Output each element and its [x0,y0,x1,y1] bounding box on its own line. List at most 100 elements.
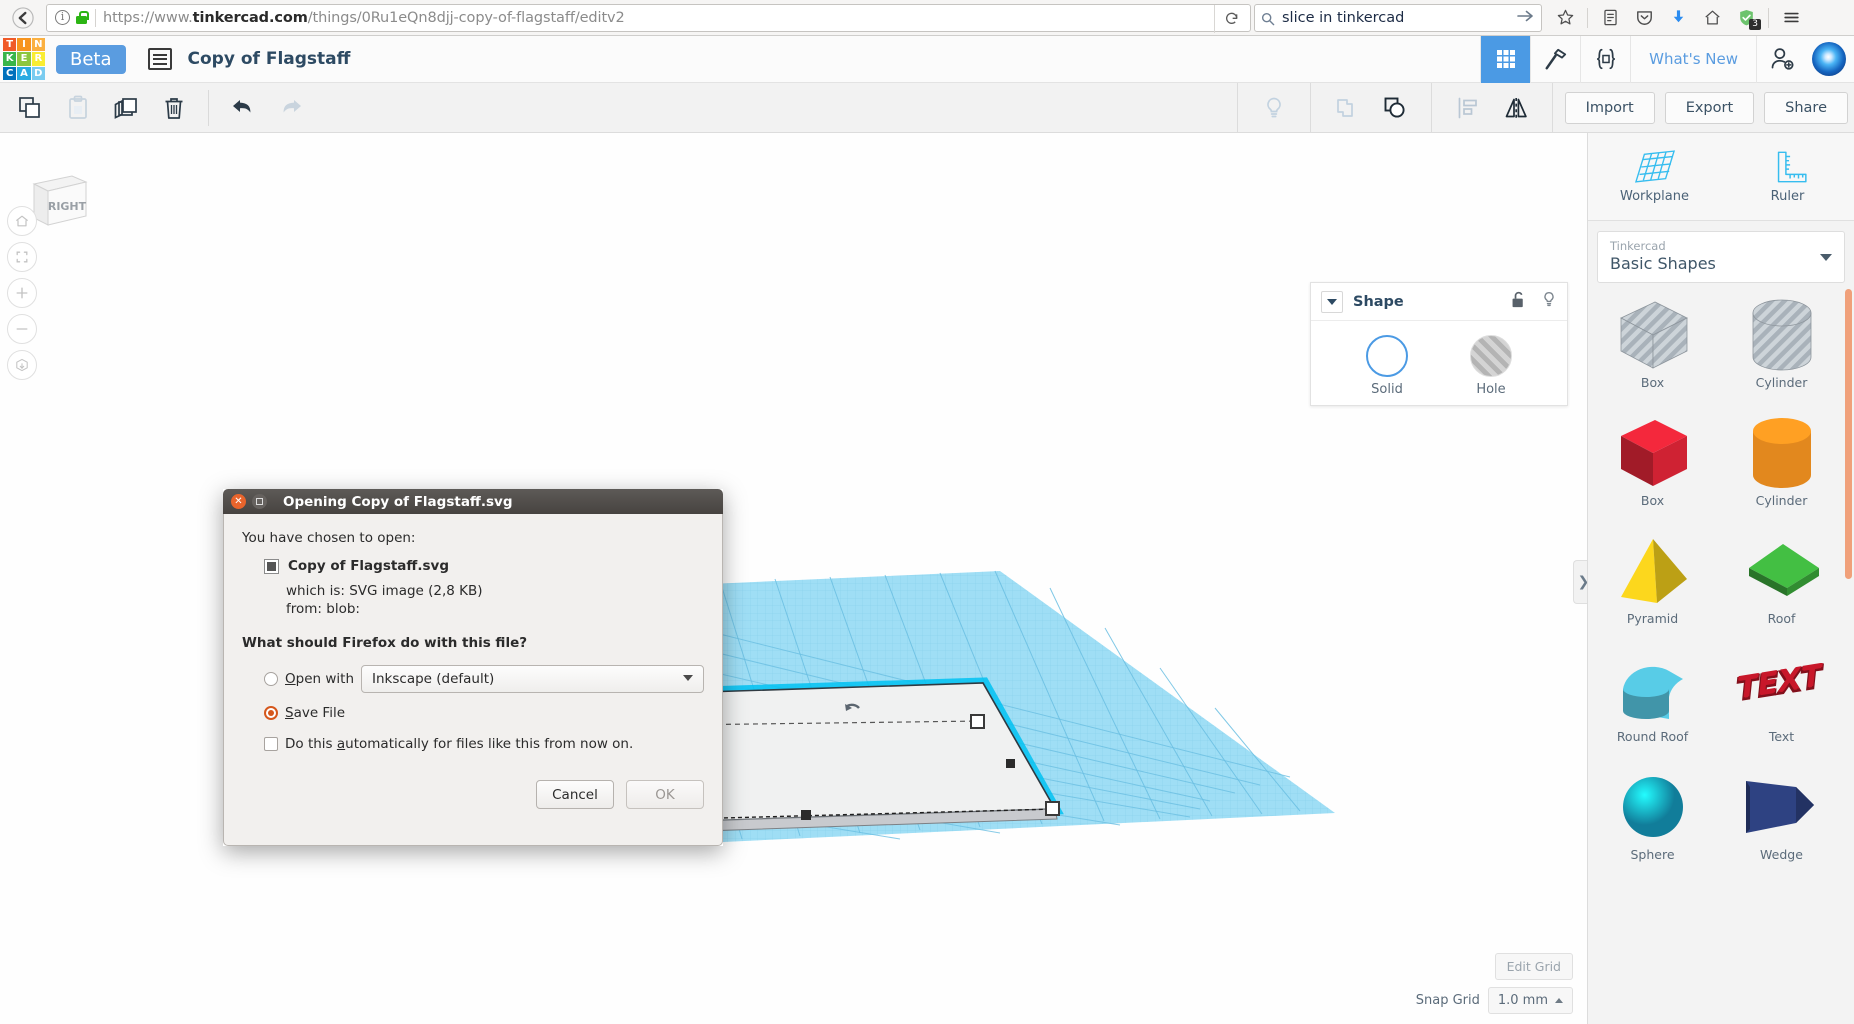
unlock-icon[interactable] [1510,290,1527,313]
save-file-row[interactable]: Save File [264,705,704,721]
shield-icon[interactable]: 3 [1729,3,1763,33]
file-meta: which is: SVG image (2,8 KB) from: blob: [286,582,704,618]
cancel-button[interactable]: Cancel [536,780,614,810]
site-identity[interactable]: i [51,10,93,25]
home-icon[interactable] [1695,3,1729,33]
ungroup-icon[interactable] [1371,83,1419,133]
view-cube[interactable]: RIGHT [28,172,90,230]
ortho-view-icon[interactable] [7,350,37,380]
shape-item[interactable]: Round Roof [1588,643,1717,761]
shape-item[interactable]: TEXT TEXT Text [1717,643,1846,761]
reload-icon[interactable] [1214,4,1248,33]
shape-item[interactable]: Sphere [1588,761,1717,879]
search-input[interactable]: slice in tinkercad [1282,10,1508,26]
shape-item[interactable]: Roof [1717,525,1846,643]
align-mirror [1430,82,1552,133]
open-with-label: Open with [285,671,355,688]
logo-letter: A [17,66,31,80]
shape-label: Roof [1767,611,1796,626]
back-arrow-icon[interactable] [4,3,42,33]
hole-label: Hole [1476,382,1506,397]
avatar[interactable] [1812,42,1846,76]
code-braces-icon[interactable] [1580,35,1630,83]
auto-handle-label: Do this automatically for files like thi… [285,736,634,753]
window-maximize-icon[interactable] [252,494,267,509]
page-title[interactable]: Copy of Flagstaff [188,49,351,69]
shape-thumbnail [1740,771,1824,843]
shape-item[interactable]: Box [1588,407,1717,525]
export-button[interactable]: Export [1664,91,1755,124]
open-with-select[interactable]: Inkscape (default) [361,665,704,694]
align-icon[interactable] [1444,83,1492,133]
window-close-icon[interactable]: ✕ [231,494,246,509]
project-list-icon[interactable] [147,48,172,70]
solid-swatch[interactable] [1366,335,1408,377]
https-lock-icon [76,11,89,24]
auto-handle-row[interactable]: Do this automatically for files like thi… [264,736,704,752]
whats-new-link[interactable]: What's New [1630,35,1756,83]
snap-grid-value: 1.0 mm [1497,993,1548,1008]
edit-grid-button[interactable]: Edit Grid [1494,953,1573,980]
open-with-radio[interactable] [264,672,278,687]
mirror-icon[interactable] [1492,83,1540,133]
auto-handle-checkbox[interactable] [264,737,278,752]
save-file-radio[interactable] [264,706,278,721]
open-with-row[interactable]: Open with Inkscape (default) [264,665,704,694]
go-arrow-icon[interactable] [1515,6,1535,30]
opening-file-dialog[interactable]: ✕ Opening Copy of Flagstaff.svg You have… [223,489,723,846]
logo-letter: E [17,52,31,66]
zoom-out-icon[interactable] [7,314,37,344]
fit-view-icon[interactable] [7,242,37,272]
paste-icon [54,83,102,133]
shape-item[interactable]: Box [1588,289,1717,407]
snap-grid-select[interactable]: 1.0 mm [1487,987,1573,1014]
grid-apps-icon[interactable] [1480,35,1531,83]
shape-panel-header: Shape [1311,283,1567,321]
logo-letter: R [31,52,45,66]
codeblocks-hammer-icon[interactable] [1530,35,1580,83]
zoom-in-icon[interactable] [7,278,37,308]
import-button[interactable]: Import [1564,91,1655,124]
bookmark-star-icon[interactable] [1548,3,1582,33]
copy-icon[interactable] [6,83,54,133]
shape-label: Text [1768,729,1795,744]
hole-swatch[interactable] [1470,335,1512,377]
chevron-down-icon[interactable] [1321,290,1343,313]
workplane-tool[interactable]: Workplane [1588,133,1721,220]
file-source: from: blob: [286,601,360,618]
shape-item[interactable]: Cylinder [1717,289,1846,407]
library-icon[interactable] [1593,3,1627,33]
scrollbar-thumb[interactable] [1845,289,1852,579]
pocket-icon[interactable] [1627,3,1661,33]
ruler-tool[interactable]: Ruler [1721,133,1854,220]
add-person-icon[interactable] [1756,35,1806,83]
shape-properties-panel[interactable]: Shape Solid Hole [1310,282,1568,406]
search-bar[interactable]: slice in tinkercad [1254,3,1542,32]
lightbulb-icon[interactable] [1250,83,1298,133]
duplicate-icon[interactable] [102,83,150,133]
hole-option[interactable]: Hole [1470,335,1512,397]
shape-item[interactable]: Cylinder [1717,407,1846,525]
logo-letter: K [3,52,17,66]
editor-toolbar: Import Export Share [0,82,1854,133]
dialog-question: What should Firefox do with this file? [242,635,528,652]
sidebar-scrollbar[interactable] [1845,289,1852,1024]
home-view-icon[interactable] [7,206,37,236]
dialog-titlebar: ✕ Opening Copy of Flagstaff.svg [223,489,723,514]
lightbulb-icon[interactable] [1541,290,1557,313]
shape-library-select[interactable]: Tinkercad Basic Shapes [1597,231,1845,283]
shape-thumbnail [1613,417,1693,489]
shape-item[interactable]: Pyramid [1588,525,1717,643]
ok-button[interactable]: OK [626,780,704,810]
share-button[interactable]: Share [1764,91,1848,124]
menu-hamburger-icon[interactable] [1774,3,1808,33]
delete-trash-icon[interactable] [150,83,198,133]
undo-icon[interactable] [219,83,267,133]
tinkercad-logo[interactable]: T I N K E R C A D [3,38,45,80]
page-info-icon[interactable]: i [55,10,70,25]
shape-item[interactable]: Wedge [1717,761,1846,879]
url-bar[interactable]: i https://www.tinkercad.com/things/0Ru1e… [46,3,1251,33]
beta-badge[interactable]: Beta [56,44,126,74]
downloads-icon[interactable] [1661,3,1695,33]
solid-option[interactable]: Solid [1366,335,1408,397]
